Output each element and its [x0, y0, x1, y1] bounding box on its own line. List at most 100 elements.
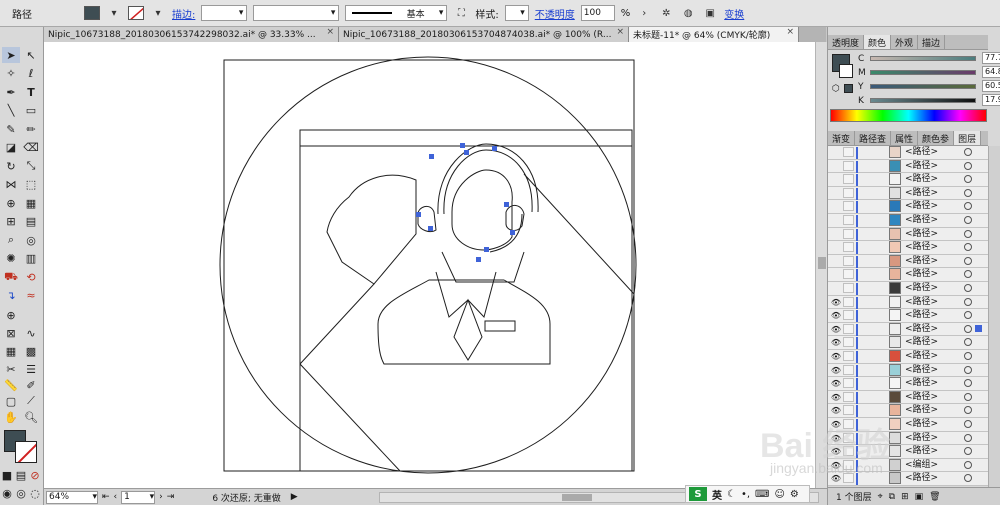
eye-icon[interactable]: 👁︎: [830, 405, 842, 416]
stroke-swatch[interactable]: [15, 441, 37, 463]
gradient-tool-icon[interactable]: ▤: [22, 213, 40, 229]
previous-artboard-icon[interactable]: ‹: [114, 492, 118, 502]
tab-gradient[interactable]: 渐变: [828, 131, 856, 145]
layer-row[interactable]: 👁︎ <路径>: [828, 431, 988, 446]
draw-normal-icon[interactable]: ◉: [0, 485, 14, 501]
lock-toggle[interactable]: [843, 269, 854, 280]
crosshair-tool-icon[interactable]: ⊕: [2, 307, 20, 323]
close-icon[interactable]: ×: [786, 27, 794, 37]
layer-name[interactable]: <路径>: [905, 160, 938, 172]
layer-row[interactable]: <路径>: [828, 159, 988, 174]
perspective-grid-tool-icon[interactable]: ▦: [22, 195, 40, 211]
layer-name[interactable]: <路径>: [905, 309, 938, 321]
none-mode-icon[interactable]: ⊘: [28, 467, 42, 483]
scissors-tool-icon[interactable]: ✂: [2, 361, 20, 377]
layer-name[interactable]: <路径>: [905, 472, 938, 484]
lock-toggle[interactable]: [843, 364, 854, 375]
out-of-gamut-icon[interactable]: ⬡: [832, 84, 840, 94]
layer-row[interactable]: 👁︎ <路径>: [828, 377, 988, 391]
layer-row[interactable]: 👁︎ <路径>: [828, 309, 988, 323]
width-tool-icon[interactable]: ⋈: [2, 176, 20, 192]
eye-icon[interactable]: 👁︎: [830, 324, 842, 335]
tab-document-2[interactable]: Nipic_10673188_20180306153704874038.ai* …: [339, 27, 629, 42]
eraser-tool-icon[interactable]: ⌫: [22, 139, 40, 155]
eye-icon[interactable]: 👁︎: [830, 310, 842, 321]
target-circle-icon[interactable]: [964, 460, 972, 469]
layer-name[interactable]: <编组>: [905, 459, 938, 471]
layer-row[interactable]: 👁︎ <路径>: [828, 363, 988, 378]
live-paint-selection-icon[interactable]: ⟲: [22, 269, 40, 285]
layer-name[interactable]: <路径>: [905, 228, 938, 240]
hidden-eye-slot[interactable]: [830, 188, 842, 199]
target-circle-icon[interactable]: [964, 216, 972, 224]
hidden-eye-slot[interactable]: [830, 215, 842, 226]
hidden-eye-slot[interactable]: [830, 229, 842, 240]
stroke-link[interactable]: 描边:: [172, 6, 195, 21]
eye-icon[interactable]: 👁︎: [830, 392, 842, 403]
black-value[interactable]: 17.97: [982, 94, 1000, 106]
clipping-mask-icon[interactable]: ⧉: [889, 492, 895, 502]
target-circle-icon[interactable]: [964, 188, 972, 197]
layer-name[interactable]: <路径>: [905, 296, 938, 308]
layer-row[interactable]: 👁︎ <编组>: [828, 458, 988, 473]
target-circle-icon[interactable]: [964, 447, 972, 456]
tab-appearance[interactable]: 外观: [891, 35, 919, 49]
target-circle-icon[interactable]: [964, 338, 972, 347]
artboard-canvas[interactable]: [44, 42, 815, 488]
eyedropper-2-tool-icon[interactable]: ✐: [22, 377, 40, 393]
lock-toggle[interactable]: [843, 446, 854, 457]
first-artboard-icon[interactable]: ⇤: [102, 492, 110, 502]
layer-row[interactable]: <路径>: [828, 200, 988, 214]
cyan-value[interactable]: 77.73: [982, 52, 1000, 64]
layer-name[interactable]: <路径>: [905, 268, 938, 280]
hidden-eye-slot[interactable]: [830, 256, 842, 267]
tab-document-1[interactable]: Nipic_10673188_20180306153742298032.ai* …: [44, 27, 339, 42]
layer-row[interactable]: 👁︎ <路径>: [828, 418, 988, 432]
keyboard-icon[interactable]: ⌨: [755, 489, 769, 500]
hidden-eye-slot[interactable]: [830, 161, 842, 172]
artwork-outline[interactable]: [44, 42, 815, 488]
hidden-eye-slot[interactable]: [830, 283, 842, 294]
tab-color[interactable]: 颜色: [864, 35, 892, 49]
cyan-slider[interactable]: C 77.73 %: [858, 52, 1000, 64]
color-mode-icon[interactable]: ■: [0, 467, 14, 483]
target-circle-icon[interactable]: [964, 229, 972, 238]
target-circle-icon[interactable]: [964, 365, 972, 374]
target-circle-icon[interactable]: [964, 379, 972, 388]
graphic-style-options-icon[interactable]: ⛶: [453, 5, 469, 21]
target-circle-icon[interactable]: [964, 256, 972, 265]
lock-toggle[interactable]: [843, 473, 854, 484]
next-artboard-icon[interactable]: ›: [159, 492, 163, 502]
shape-builder-tool-icon[interactable]: ⊕: [2, 195, 20, 211]
direct-selection-tool-icon[interactable]: ↖: [22, 47, 40, 63]
lock-toggle[interactable]: [843, 378, 854, 389]
measure-tool-icon[interactable]: 📏: [2, 377, 20, 393]
zoom-dropdown[interactable]: 64% ▾: [46, 490, 98, 504]
layer-row[interactable]: <路径>: [828, 241, 988, 255]
tab-stroke[interactable]: 描边: [918, 35, 946, 49]
slice-tool-icon[interactable]: ↴: [2, 287, 20, 303]
target-circle-icon[interactable]: [964, 202, 972, 211]
style-dropdown[interactable]: ▾: [504, 5, 529, 21]
vertical-scrollbar[interactable]: [815, 42, 827, 488]
color-spectrum[interactable]: [830, 109, 987, 122]
lock-toggle[interactable]: [843, 391, 854, 402]
close-icon[interactable]: ×: [616, 27, 624, 37]
layer-name[interactable]: <路径>: [905, 173, 938, 185]
lock-toggle[interactable]: [843, 351, 854, 361]
lock-toggle[interactable]: [843, 174, 854, 185]
type-tool-icon[interactable]: T: [22, 84, 40, 100]
column-graph-tool-icon[interactable]: ▥: [22, 250, 40, 266]
graph-tool-icon[interactable]: ▦: [2, 343, 20, 359]
eye-icon[interactable]: 👁︎: [830, 351, 842, 362]
layer-name[interactable]: <路径>: [905, 323, 938, 335]
zoom-tool-icon[interactable]: 🔍︎: [22, 409, 40, 425]
layer-name[interactable]: <路径>: [905, 200, 938, 212]
pencil-tool-icon[interactable]: ✏: [22, 121, 40, 137]
stroke-swatch[interactable]: [839, 64, 853, 78]
line-tool-icon[interactable]: ╲: [2, 102, 20, 118]
delete-layer-icon[interactable]: 🗑: [929, 492, 940, 502]
layer-row[interactable]: 👁︎ <路径>: [828, 404, 988, 418]
layer-name[interactable]: <路径>: [905, 350, 938, 362]
knife-2-tool-icon[interactable]: ⟋: [22, 393, 40, 409]
